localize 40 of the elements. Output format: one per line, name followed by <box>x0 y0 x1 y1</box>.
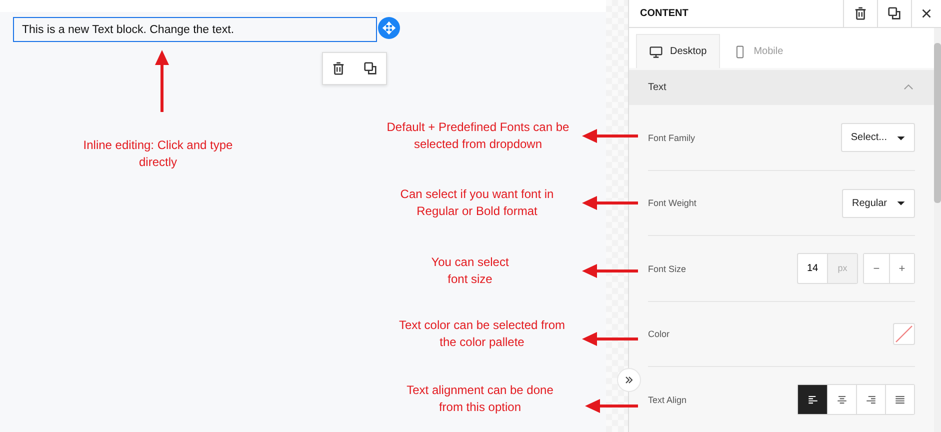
align-button-group[interactable] <box>797 384 915 416</box>
dropdown[interactable]: Regular <box>842 188 915 218</box>
unit-label: px <box>828 254 857 284</box>
double-chevron-icon <box>623 374 635 386</box>
trash-icon <box>853 6 868 21</box>
annotation-arrow <box>582 129 638 143</box>
annotation-text: Inline editing: Click and type directly <box>83 137 233 171</box>
field-label: Font Weight <box>648 198 696 208</box>
dropdown[interactable]: Select... <box>840 123 915 152</box>
align-left-button[interactable] <box>798 385 827 414</box>
increment-button[interactable]: + <box>889 254 914 284</box>
scrollbar[interactable] <box>934 28 941 432</box>
annotation-arrow <box>582 196 638 210</box>
trash-icon <box>331 61 346 76</box>
stepper[interactable]: − + <box>863 253 915 284</box>
monitor-icon <box>649 44 663 58</box>
text-block[interactable]: This is a new Text block. Change the text. <box>13 17 377 42</box>
annotation-text: You can select font size <box>430 254 510 288</box>
annotation-arrow <box>585 399 638 413</box>
device-tab[interactable]: Desktop <box>636 34 720 68</box>
move-icon <box>382 21 396 35</box>
field-label: Color <box>648 329 670 340</box>
move-handle[interactable] <box>378 17 400 39</box>
annotation-arrow <box>582 332 638 346</box>
annotation-arrow <box>152 50 172 112</box>
section-header[interactable]: Text <box>629 70 934 106</box>
number-field[interactable]: 14 px <box>797 253 858 284</box>
panel-title: CONTENT <box>639 7 690 21</box>
field-label: Font Size <box>648 264 686 274</box>
annotation-arrow <box>582 264 638 278</box>
field-label: Font Family <box>648 132 696 142</box>
annotation-text: Text alignment can be done from this option <box>406 382 554 416</box>
duplicate-icon <box>887 6 902 21</box>
align-justify-button[interactable] <box>885 385 914 414</box>
annotation-text: Default + Predefined Fonts can be selected from dropdown <box>386 119 570 153</box>
annotation-text: Text color can be selected from the color pallete <box>398 317 566 351</box>
field-label: Text Align <box>648 394 687 405</box>
annotation-text: Can select if you want font in Regular or Bold format <box>399 186 555 220</box>
duplicate-icon <box>362 61 378 76</box>
color-swatch[interactable] <box>893 323 915 346</box>
